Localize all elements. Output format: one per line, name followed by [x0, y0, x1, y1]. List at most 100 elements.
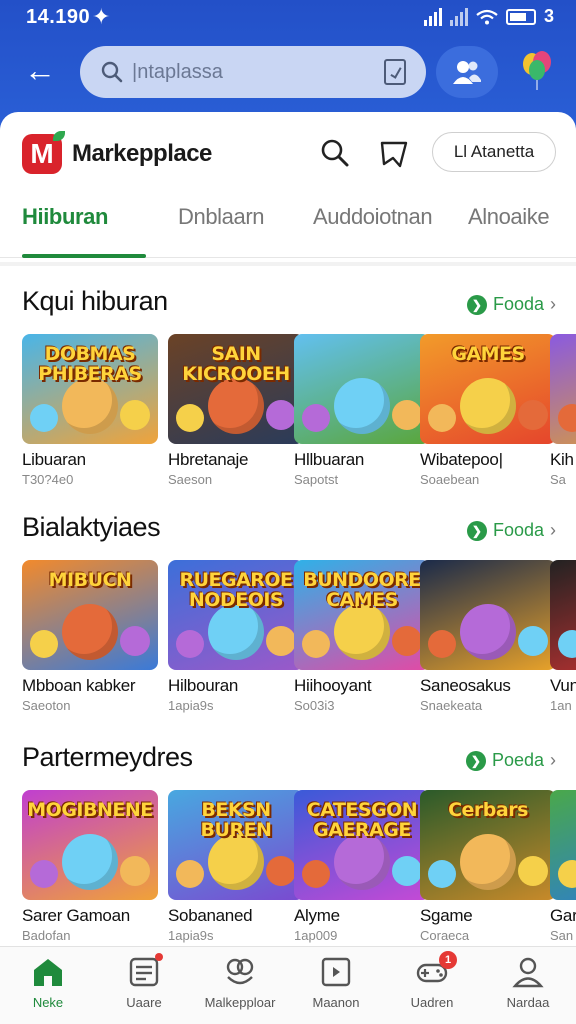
back-arrow-icon[interactable]: ←: [24, 52, 60, 88]
game-name: Kih: [550, 450, 574, 469]
character-art: [518, 626, 548, 656]
character-art: [120, 626, 150, 656]
game-name: Sgame: [420, 906, 473, 925]
see-more-label: Fooda: [492, 520, 544, 540]
section-title: Kqui hiburan: [22, 286, 168, 316]
game-thumbnail: Cerbars: [420, 790, 556, 900]
game-card[interactable]: Gar San: [550, 790, 576, 943]
game-subtitle: Saeson: [168, 472, 213, 487]
thumbnail-title-art: Cerbars: [448, 799, 528, 821]
balloons-icon[interactable]: [520, 50, 554, 90]
game-card[interactable]: GAMES Wibatepoo| Soaebean: [420, 334, 556, 487]
character-art: [428, 860, 456, 888]
thumbnail-title-art: GAMES: [451, 343, 525, 365]
character-art: [30, 860, 58, 888]
game-thumbnail: G: [550, 334, 576, 444]
more-dot-icon: ❯: [466, 520, 487, 541]
nav-item-profile[interactable]: Nardaa: [480, 955, 576, 1010]
clipboard-icon[interactable]: [384, 59, 406, 85]
nav-item-news[interactable]: Uaare: [96, 953, 192, 1010]
contacts-button[interactable]: [436, 46, 498, 98]
game-subtitle: Saeoton: [22, 698, 71, 713]
game-card[interactable]: Hllbuaran Sapotst: [294, 334, 430, 487]
game-name: Hilbouran: [168, 676, 239, 695]
nav-item-media[interactable]: Maanon: [288, 955, 384, 1010]
character-art: [428, 404, 456, 432]
game-subtitle: Soaebean: [420, 472, 480, 487]
character-art: [392, 856, 422, 886]
game-thumbnail: GAMES: [420, 334, 556, 444]
bottom-navigation: Neke Uaare Malkepploar Maanon 1 Uadren N…: [0, 946, 576, 1024]
game-card[interactable]: BUNDOORE CAMES Hiihooyant So03i3: [294, 560, 430, 713]
character-art: [176, 630, 204, 658]
game-name: Hiihooyant: [294, 676, 372, 695]
tab-third[interactable]: Auddoiotnan: [313, 204, 433, 230]
game-subtitle: 1apia9s: [168, 928, 214, 943]
game-thumbnail: RUEGAROE NODEOIS: [168, 560, 304, 670]
nav-label: Nardaa: [506, 995, 550, 1010]
see-more-link[interactable]: ❯ Fooda ›: [466, 520, 556, 541]
section: Partermeydres ❯ Poeda › MOGIBNENE Sarer Gamoa…: [0, 722, 576, 946]
thumbnail-title-art: MIBUCN: [48, 569, 132, 591]
character-art: [266, 856, 296, 886]
bookmark-icon[interactable]: [378, 138, 410, 170]
tab-second[interactable]: Dnblaarn: [178, 204, 264, 230]
tab-fourth[interactable]: Alnoaike: [468, 204, 550, 230]
game-card[interactable]: Saneosakus Snaekeata: [420, 560, 556, 713]
nav-item-marketplace[interactable]: Malkepploar: [192, 955, 288, 1010]
thumbnail-title-art: CATESGON GAERAGE: [306, 799, 418, 841]
game-thumbnail: BUNDOORE CAMES: [294, 560, 430, 670]
search-bar[interactable]: [80, 46, 426, 98]
notification-dot: [155, 953, 163, 961]
character-art: [120, 856, 150, 886]
see-more-label: Poeda: [491, 750, 544, 770]
header-search-icon[interactable]: [320, 138, 350, 168]
content-scroll[interactable]: Kqui hiburan ❯ Fooda › DOBMAS PHIBERAS Libuar…: [0, 266, 576, 946]
game-subtitle: 1apia9s: [168, 698, 214, 713]
game-card[interactable]: CATESGON GAERAGE Alyme 1ap009: [294, 790, 430, 943]
nav-item-home[interactable]: Neke: [0, 955, 96, 1010]
game-name: Vun: [550, 676, 576, 695]
character-art: [62, 604, 118, 660]
game-card[interactable]: Cerbars Sgame Coraeca: [420, 790, 556, 943]
game-subtitle: So03i3: [294, 698, 335, 713]
game-card[interactable]: SAIN KICROOEH Hbretanaje Saeson: [168, 334, 304, 487]
profile-icon: [512, 957, 544, 988]
nav-item-games[interactable]: 1 Uadren: [384, 951, 480, 1010]
brand-title: Markepplace: [72, 140, 212, 167]
search-input[interactable]: [132, 58, 362, 86]
game-name: Libuaran: [22, 450, 86, 469]
game-card[interactable]: RUEGAROE NODEOIS Hilbouran 1apia9s: [168, 560, 304, 713]
game-subtitle: Badofan: [22, 928, 71, 943]
search-icon: [101, 61, 123, 83]
see-more-link[interactable]: ❯ Fooda ›: [466, 294, 556, 315]
battery-level: 3: [543, 6, 554, 26]
game-thumbnail: MIBUCN: [22, 560, 158, 670]
game-card[interactable]: G Kih Sa: [550, 334, 576, 487]
game-card[interactable]: BEKSN BUREN Sobananed 1apia9s: [168, 790, 304, 943]
thumbnail-title-art: BEKSN BUREN: [200, 799, 272, 841]
game-subtitle: Sapotst: [294, 472, 339, 487]
nav-label: Maanon: [312, 995, 360, 1010]
character-art: [334, 378, 390, 434]
game-name: Alyme: [294, 906, 340, 925]
character-art: [302, 404, 330, 432]
game-card[interactable]: MIBUCN Mbboan kabker Saeoton: [22, 560, 158, 713]
people-icon: [453, 61, 481, 84]
see-more-link[interactable]: ❯ Poeda ›: [465, 750, 556, 771]
action-pill-button[interactable]: Ll Atanetta: [432, 132, 556, 172]
game-subtitle: 1ap009: [294, 928, 338, 943]
game-card[interactable]: MOGIBNENE Sarer Gamoan Badofan: [22, 790, 158, 943]
top-app-bar: 14.190 ✦ 3 ←: [0, 0, 576, 130]
active-tab-indicator: [22, 254, 146, 258]
game-card[interactable]: Vun 1an: [550, 560, 576, 713]
tab-hiburan[interactable]: Hiiburan: [22, 204, 108, 230]
character-art: [266, 626, 296, 656]
character-art: [30, 630, 58, 658]
section-title: Bialaktyiaes: [22, 512, 161, 542]
game-card[interactable]: DOBMAS PHIBERAS Libuaran T30?4e0: [22, 334, 158, 487]
nav-label: Malkepploar: [204, 995, 276, 1010]
signal-secondary-icon: [449, 7, 468, 26]
character-art: [266, 400, 296, 430]
game-name: Sobananed: [168, 906, 253, 925]
